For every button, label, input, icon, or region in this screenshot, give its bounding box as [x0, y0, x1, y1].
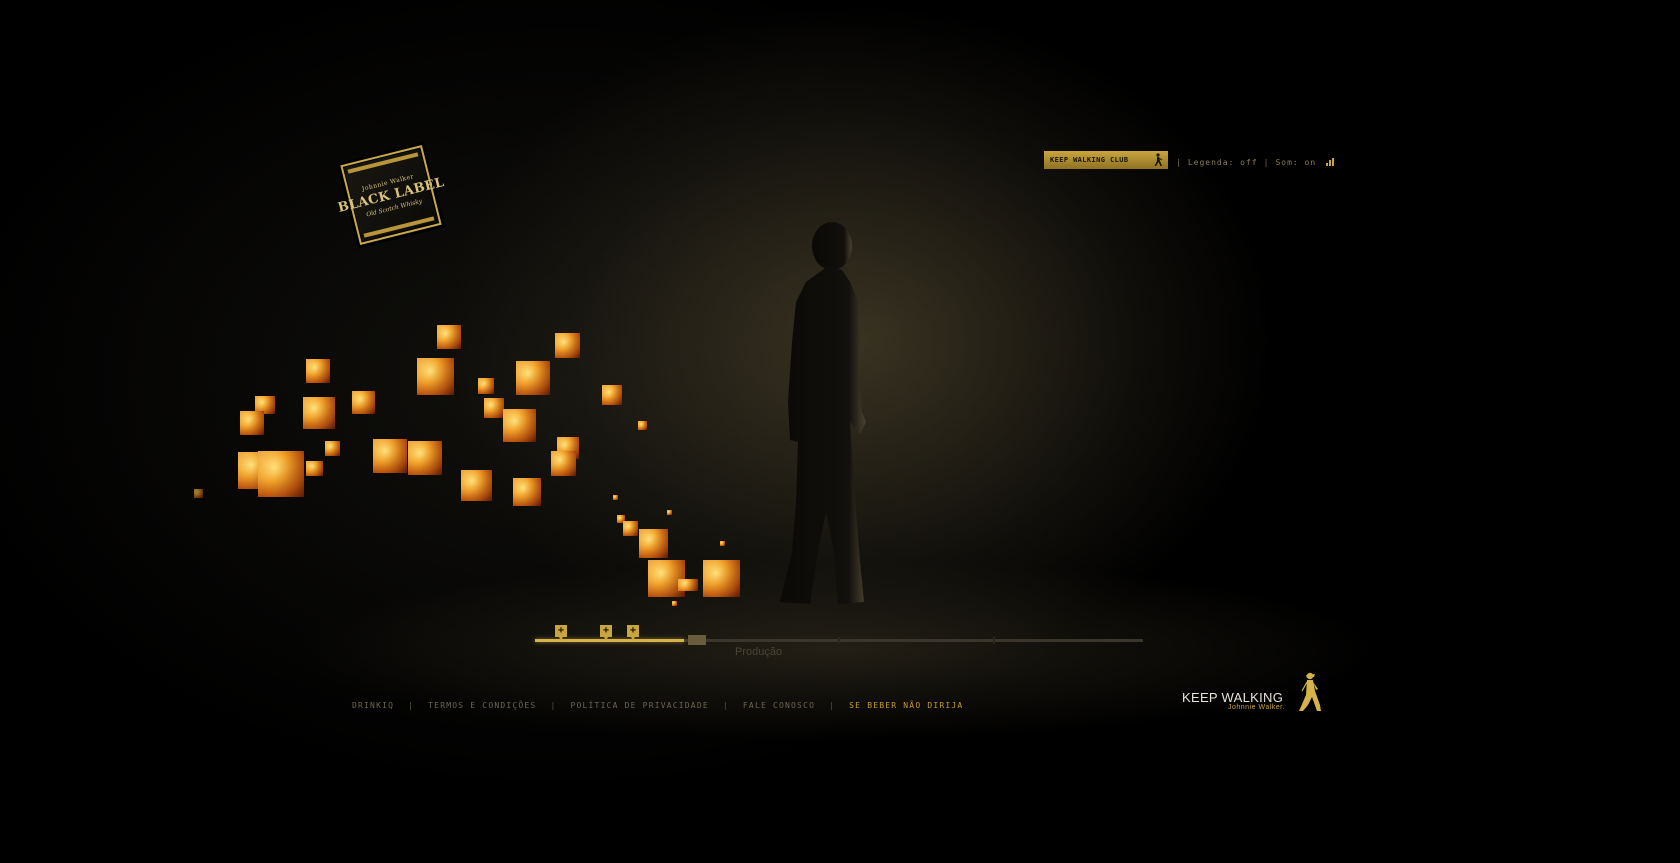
fire-tile — [516, 361, 550, 395]
intro-stage: Johnnie Walker BLACK LABEL Old Scotch Wh… — [0, 0, 1680, 863]
fire-tile — [667, 510, 672, 515]
keep-walking-club-label: Keep Walking Club — [1050, 156, 1129, 164]
timeline-tick — [838, 637, 840, 644]
fire-tile — [623, 521, 638, 536]
som-toggle[interactable]: Som: on — [1275, 158, 1316, 167]
top-separator: | — [1263, 157, 1270, 167]
fire-tile — [503, 409, 536, 442]
keep-walking-club-button[interactable]: Keep Walking Club — [1044, 151, 1168, 169]
timeline[interactable]: + + + Produção — [535, 620, 1145, 658]
fire-tile — [461, 470, 492, 501]
footer-separator: | — [829, 701, 836, 710]
fire-tile — [258, 451, 304, 497]
plus-marker-icon[interactable]: + — [627, 625, 639, 641]
fire-tile — [638, 421, 647, 430]
fire-tile — [720, 541, 725, 546]
fire-tile — [484, 398, 504, 418]
walking-man-silhouette — [780, 222, 866, 604]
fire-tile — [417, 358, 454, 395]
fire-tile — [240, 411, 264, 435]
timeline-tick — [993, 637, 995, 644]
footer-link-se-beber[interactable]: Se beber não dirija — [849, 701, 963, 710]
striding-man-icon — [1154, 153, 1163, 166]
keep-walking-logo[interactable]: KEEP WALKING Johnnie Walker. — [1178, 671, 1323, 713]
footer-link-drinkiq[interactable]: Drinkiq — [352, 701, 394, 710]
fire-tile — [703, 560, 740, 597]
fire-tile — [513, 478, 541, 506]
fire-tile — [408, 441, 442, 475]
fire-tile — [303, 397, 335, 429]
fire-tile — [325, 441, 340, 456]
top-separator: | — [1176, 157, 1182, 167]
footer-link-termos[interactable]: Termos e Condições — [428, 701, 536, 710]
footer-link-privacidade[interactable]: Política de Privacidade — [570, 701, 708, 710]
fire-tile — [551, 451, 576, 476]
plus-marker-icon[interactable]: + — [555, 625, 567, 641]
footer-separator: | — [550, 701, 557, 710]
footer-link-fale-conosco[interactable]: Fale Conosco — [743, 701, 815, 710]
fire-tile — [352, 391, 375, 414]
brand-sub-text: Johnnie Walker. — [1228, 704, 1286, 711]
fire-tile — [194, 489, 203, 498]
timeline-section-label: Produção — [735, 646, 783, 658]
footer-nav: Drinkiq | Termos e Condições | Política … — [352, 701, 963, 710]
fire-tile — [602, 385, 622, 405]
fire-tile — [306, 359, 330, 383]
plus-marker-icon[interactable]: + — [600, 625, 612, 641]
fire-tile — [306, 461, 323, 476]
top-settings-bar: | Legenda: off | Som: on — [1176, 157, 1335, 167]
brand-main-text: KEEP WALKING — [1182, 690, 1284, 705]
striding-man-icon — [1299, 672, 1321, 711]
fire-tile — [672, 601, 677, 606]
fire-tile — [437, 325, 461, 349]
legenda-toggle[interactable]: Legenda: off — [1188, 158, 1258, 167]
fire-tile — [613, 495, 618, 500]
footer-separator: | — [408, 701, 415, 710]
fire-tile — [478, 378, 494, 394]
sound-bars-icon[interactable] — [1326, 158, 1335, 166]
fire-tile — [373, 439, 407, 473]
footer-separator: | — [722, 701, 729, 710]
timeline-progress — [535, 639, 684, 642]
timeline-handle[interactable] — [688, 635, 706, 645]
fire-tile — [639, 529, 668, 558]
fire-tile — [555, 333, 580, 358]
black-label-emblem[interactable]: Johnnie Walker BLACK LABEL Old Scotch Wh… — [336, 145, 446, 245]
fire-tile — [678, 579, 698, 591]
